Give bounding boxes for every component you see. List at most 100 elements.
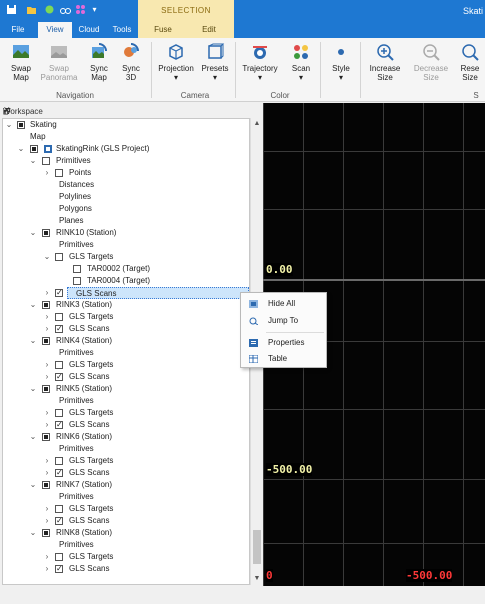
tree-node-station-rink6[interactable]: ⌄ RINK6 (Station): [3, 431, 249, 443]
tree-node-station-rink5[interactable]: ⌄ RINK5 (Station): [3, 383, 249, 395]
chevron-down-icon[interactable]: ⌄: [5, 119, 13, 131]
tree-checkbox[interactable]: [42, 433, 50, 441]
tree-node-station-rink3[interactable]: ⌄ RINK3 (Station): [3, 299, 249, 311]
tree-checkbox[interactable]: [55, 361, 63, 369]
tree-checkbox[interactable]: [55, 169, 63, 177]
tree-node-planes[interactable]: Planes: [59, 215, 83, 227]
tree-checkbox[interactable]: [42, 229, 50, 237]
binoculars-icon[interactable]: [60, 4, 71, 15]
style-button[interactable]: Style ▾: [322, 42, 360, 90]
tree-node-map[interactable]: Map: [3, 131, 249, 143]
chevron-right-icon[interactable]: ›: [43, 467, 51, 479]
chevron-right-icon[interactable]: ›: [43, 515, 51, 527]
tab-tools[interactable]: Tools: [108, 22, 136, 38]
tree-node-station-rink4[interactable]: ⌄ RINK4 (Station): [3, 335, 249, 347]
chevron-right-icon[interactable]: ›: [43, 167, 51, 179]
tree-node-station-rink7[interactable]: ⌄ RINK7 (Station): [3, 479, 249, 491]
chevron-down-icon[interactable]: ⌄: [29, 299, 37, 311]
tree-node-polygons[interactable]: Polygons: [59, 203, 92, 215]
tree-node-primitives[interactable]: Primitives: [59, 443, 94, 455]
tab-file[interactable]: File: [4, 22, 32, 38]
presets-button[interactable]: Presets ▾: [196, 42, 234, 90]
menu-item-jump-to[interactable]: Jump To: [241, 314, 326, 328]
scan-color-button[interactable]: Scan ▾: [282, 42, 320, 90]
projection-button[interactable]: Projection ▾: [154, 42, 198, 90]
chevron-down-icon[interactable]: ⌄: [17, 143, 25, 155]
tree-checkbox[interactable]: [55, 419, 63, 431]
tree-node-gls-targets[interactable]: ⌄ GLS Targets: [3, 251, 249, 263]
tree-node-points[interactable]: › Points: [3, 167, 249, 179]
quick-access-dropdown-icon[interactable]: ▾: [89, 4, 100, 15]
tree-node-primitives[interactable]: Primitives: [59, 491, 94, 503]
menu-item-properties[interactable]: Properties: [241, 336, 326, 350]
tree-checkbox[interactable]: [55, 515, 63, 527]
chevron-down-icon[interactable]: ⌄: [29, 155, 37, 167]
chevron-down-icon[interactable]: ⌄: [29, 431, 37, 443]
tree-checkbox[interactable]: [30, 145, 38, 153]
save-icon[interactable]: [6, 4, 17, 15]
decrease-size-button[interactable]: Decrease Size: [410, 42, 452, 90]
chevron-down-icon[interactable]: ⌄: [43, 251, 51, 263]
tree-checkbox[interactable]: [55, 505, 63, 513]
chevron-right-icon[interactable]: ›: [43, 359, 51, 371]
chevron-down-icon[interactable]: ⌄: [29, 335, 37, 347]
scroll-down-arrow-icon[interactable]: ▼: [251, 573, 263, 585]
tree-node-gls-scans[interactable]: › GLS Scans: [3, 467, 249, 479]
tree-node-gls-scans-selected[interactable]: GLS Scans: [67, 287, 249, 299]
reset-size-button[interactable]: Rese Size: [455, 42, 485, 90]
scrollbar-thumb[interactable]: [253, 530, 261, 564]
tree-checkbox[interactable]: [42, 157, 50, 165]
tree-node-target[interactable]: TAR0004 (Target): [3, 275, 249, 287]
tree-node-gls-targets[interactable]: › GLS Targets: [3, 455, 249, 467]
tree-checkbox[interactable]: [55, 313, 63, 321]
tree-checkbox[interactable]: [42, 337, 50, 345]
swap-panorama-button[interactable]: Swap Panorama: [40, 42, 78, 90]
tree-node-gls-targets[interactable]: › GLS Targets: [3, 311, 249, 323]
tree-node-gls-scans[interactable]: › GLS Scans: [3, 563, 249, 575]
share-icon[interactable]: [75, 4, 86, 15]
chevron-right-icon[interactable]: ›: [43, 551, 51, 563]
chevron-right-icon[interactable]: ›: [43, 311, 51, 323]
menu-item-table[interactable]: Table: [241, 352, 326, 366]
tree-checkbox[interactable]: [55, 323, 63, 335]
open-folder-icon[interactable]: [26, 4, 37, 15]
tree-node-primitives[interactable]: Primitives: [59, 539, 94, 551]
chevron-right-icon[interactable]: ›: [43, 503, 51, 515]
tab-edit[interactable]: Edit: [194, 22, 224, 38]
sync-3d-button[interactable]: Sync 3D: [112, 42, 150, 90]
tree-node-primitives[interactable]: Primitives: [59, 395, 94, 407]
tree-checkbox[interactable]: [55, 563, 63, 575]
tree-node-project[interactable]: ⌄ SkatingRink (GLS Project): [3, 143, 249, 155]
menu-item-hide-all[interactable]: Hide All: [241, 297, 326, 311]
chevron-right-icon[interactable]: ›: [43, 287, 51, 299]
tab-fuse[interactable]: Fuse: [148, 22, 178, 38]
close-icon[interactable]: ✕: [3, 105, 260, 116]
tree-node-gls-scans[interactable]: › GLS Scans: [3, 371, 249, 383]
tree-node-primitives[interactable]: Primitives: [59, 239, 94, 251]
tree-checkbox[interactable]: [55, 287, 63, 299]
tree-node-gls-targets[interactable]: › GLS Targets: [3, 503, 249, 515]
chevron-down-icon[interactable]: ⌄: [29, 383, 37, 395]
tree-node-gls-scans[interactable]: › GLS Scans: [3, 419, 249, 431]
tab-view[interactable]: View: [38, 22, 72, 38]
tree-node-target[interactable]: TAR0002 (Target): [3, 263, 249, 275]
tree-node-gls-targets[interactable]: › GLS Targets: [3, 551, 249, 563]
tree-node-skating[interactable]: ⌄ Skating: [3, 119, 249, 131]
tree-checkbox[interactable]: [42, 529, 50, 537]
tree-checkbox[interactable]: [42, 385, 50, 393]
chevron-right-icon[interactable]: ›: [43, 323, 51, 335]
increase-size-button[interactable]: Increase Size: [364, 42, 406, 90]
chevron-right-icon[interactable]: ›: [43, 563, 51, 575]
trajectory-button[interactable]: Trajectory ▾: [240, 42, 280, 90]
tree-node-distances[interactable]: Distances: [59, 179, 94, 191]
chevron-down-icon[interactable]: ⌄: [29, 227, 37, 239]
tree-checkbox[interactable]: [55, 467, 63, 479]
chevron-right-icon[interactable]: ›: [43, 455, 51, 467]
swap-map-button[interactable]: Swap Map: [2, 42, 40, 90]
tree-checkbox[interactable]: [73, 277, 81, 285]
tree-checkbox[interactable]: [55, 253, 63, 261]
tab-cloud[interactable]: Cloud: [74, 22, 104, 38]
tree-node-primitives[interactable]: Primitives: [59, 347, 94, 359]
tree-checkbox[interactable]: [42, 301, 50, 309]
tree-node-gls-targets[interactable]: › GLS Targets: [3, 359, 249, 371]
